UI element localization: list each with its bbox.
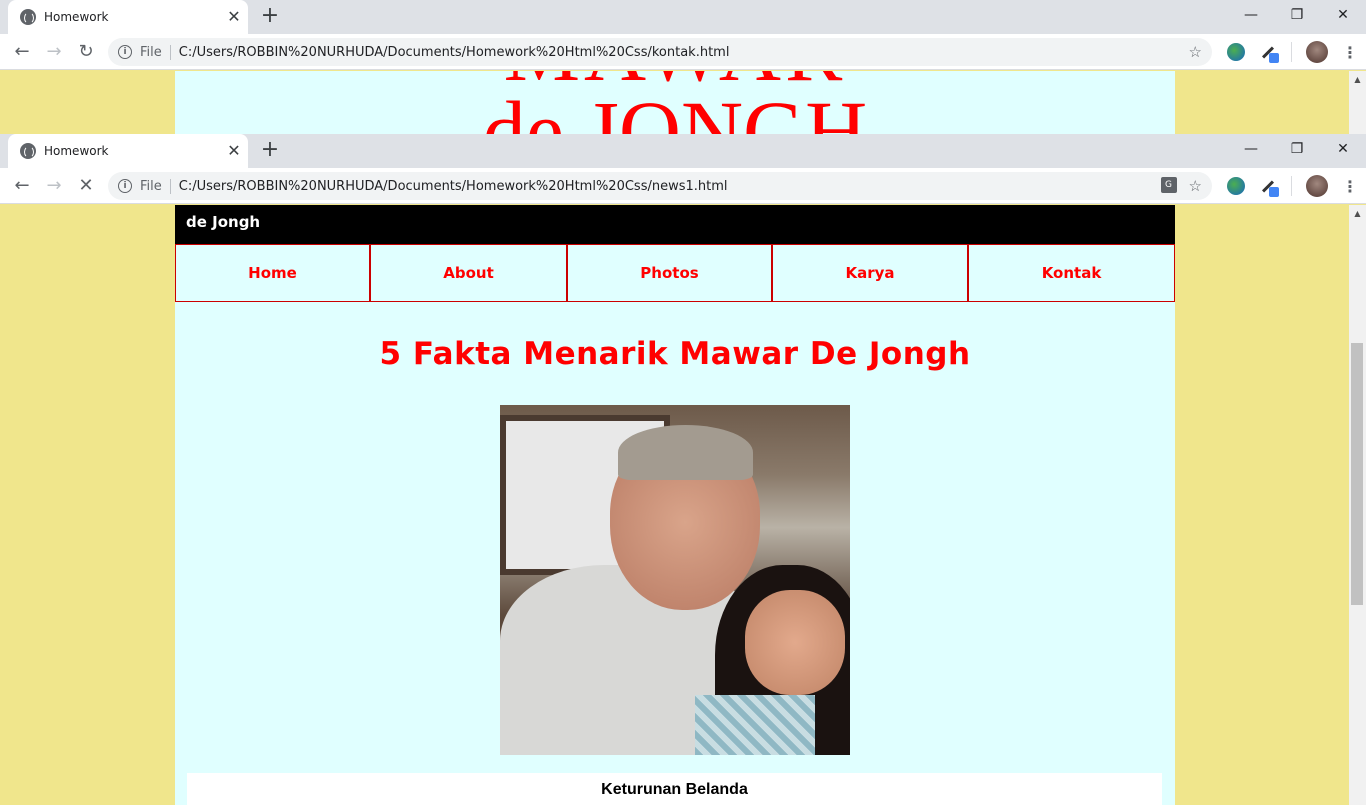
article-photo: [500, 405, 850, 755]
scroll-up-icon[interactable]: ▲: [1349, 71, 1366, 88]
site-nav: Home About Photos Karya Kontak: [175, 244, 1175, 302]
file-label: File: [140, 178, 171, 194]
site-header: de Jongh: [175, 205, 1175, 244]
scrollbar[interactable]: ▲: [1349, 71, 1366, 134]
bookmark-star-icon[interactable]: ☆: [1189, 43, 1202, 61]
nav-karya[interactable]: Karya: [772, 244, 968, 302]
tab-title: Homework: [44, 10, 109, 24]
nav-photos[interactable]: Photos: [567, 244, 772, 302]
nav-about[interactable]: About: [370, 244, 567, 302]
browser-toolbar: ← → ✕ i File C:/Users/ROBBIN%20NURHUDA/D…: [0, 168, 1366, 204]
title-line-2: de JONGH: [482, 83, 868, 134]
close-window-button[interactable]: ✕: [1320, 0, 1366, 30]
new-tab-button[interactable]: +: [258, 4, 282, 28]
back-button[interactable]: ←: [6, 170, 38, 202]
article-title: 5 Fakta Menarik Mawar De Jongh: [379, 336, 971, 372]
section-heading: Keturunan Belanda: [601, 781, 748, 798]
url-text[interactable]: C:/Users/ROBBIN%20NURHUDA/Documents/Home…: [179, 179, 1161, 194]
menu-icon[interactable]: ⋮: [1342, 177, 1358, 196]
scroll-up-icon[interactable]: ▲: [1349, 205, 1366, 222]
tab-strip: Homework ✕ + — ❐ ✕: [0, 134, 1366, 168]
browser-window-back: Homework ✕ + — ❐ ✕ ← → ↻ i File C:/Users…: [0, 0, 1366, 134]
profile-avatar[interactable]: [1306, 175, 1328, 197]
menu-icon[interactable]: ⋮: [1342, 43, 1358, 62]
browser-window-front: Homework ✕ + — ❐ ✕ ← → ✕ i File C:/Users…: [0, 134, 1366, 805]
bookmark-star-icon[interactable]: ☆: [1189, 177, 1202, 195]
page-content: de Jongh Home About Photos Karya Kontak …: [175, 205, 1175, 805]
page-content: MAWAR de JONGH: [175, 71, 1175, 134]
forward-button[interactable]: →: [38, 170, 70, 202]
browser-tab[interactable]: Homework ✕: [8, 134, 248, 168]
file-label: File: [140, 44, 171, 60]
address-bar[interactable]: i File C:/Users/ROBBIN%20NURHUDA/Documen…: [108, 172, 1212, 200]
restore-button[interactable]: ❐: [1274, 134, 1320, 164]
photo-girl-face: [745, 590, 845, 695]
page-viewport: de Jongh Home About Photos Karya Kontak …: [0, 205, 1349, 805]
nav-home[interactable]: Home: [175, 244, 370, 302]
minimize-button[interactable]: —: [1228, 134, 1274, 164]
info-icon[interactable]: i: [118, 45, 132, 59]
photo-girl-dress: [695, 695, 815, 755]
profile-avatar[interactable]: [1306, 41, 1328, 63]
url-text[interactable]: C:/Users/ROBBIN%20NURHUDA/Documents/Home…: [179, 45, 1189, 60]
extension-globe-icon[interactable]: [1227, 177, 1245, 195]
restore-button[interactable]: ❐: [1274, 0, 1320, 30]
stop-loading-button[interactable]: ✕: [70, 170, 102, 202]
globe-icon: [20, 9, 36, 25]
tab-strip: Homework ✕ + — ❐ ✕: [0, 0, 1366, 34]
translate-icon[interactable]: G: [1160, 177, 1177, 193]
info-icon[interactable]: i: [118, 179, 132, 193]
close-tab-icon[interactable]: ✕: [220, 141, 248, 161]
new-tab-button[interactable]: +: [258, 138, 282, 162]
article-section: Keturunan Belanda: [187, 773, 1162, 805]
extension-pen-icon[interactable]: [1259, 43, 1279, 63]
globe-icon: [20, 143, 36, 159]
forward-button[interactable]: →: [38, 36, 70, 68]
scrollbar[interactable]: ▲: [1349, 205, 1366, 805]
address-bar[interactable]: i File C:/Users/ROBBIN%20NURHUDA/Documen…: [108, 38, 1212, 66]
minimize-button[interactable]: —: [1228, 0, 1274, 30]
window-controls: — ❐ ✕: [1228, 134, 1366, 168]
browser-toolbar: ← → ↻ i File C:/Users/ROBBIN%20NURHUDA/D…: [0, 34, 1366, 70]
reload-button[interactable]: ↻: [70, 36, 102, 68]
toolbar-separator: [1291, 176, 1292, 196]
close-window-button[interactable]: ✕: [1320, 134, 1366, 164]
photo-man-hair: [618, 425, 753, 480]
extension-globe-icon[interactable]: [1227, 43, 1245, 61]
tab-title: Homework: [44, 144, 109, 158]
window-controls: — ❐ ✕: [1228, 0, 1366, 34]
close-tab-icon[interactable]: ✕: [220, 7, 248, 27]
browser-tab[interactable]: Homework ✕: [8, 0, 248, 34]
page-title-graphic: MAWAR de JONGH: [175, 71, 1175, 134]
toolbar-separator: [1291, 42, 1292, 62]
nav-kontak[interactable]: Kontak: [968, 244, 1175, 302]
scroll-thumb[interactable]: [1351, 343, 1363, 605]
back-button[interactable]: ←: [6, 36, 38, 68]
extension-pen-icon[interactable]: [1259, 177, 1279, 197]
page-viewport: MAWAR de JONGH: [0, 71, 1349, 134]
